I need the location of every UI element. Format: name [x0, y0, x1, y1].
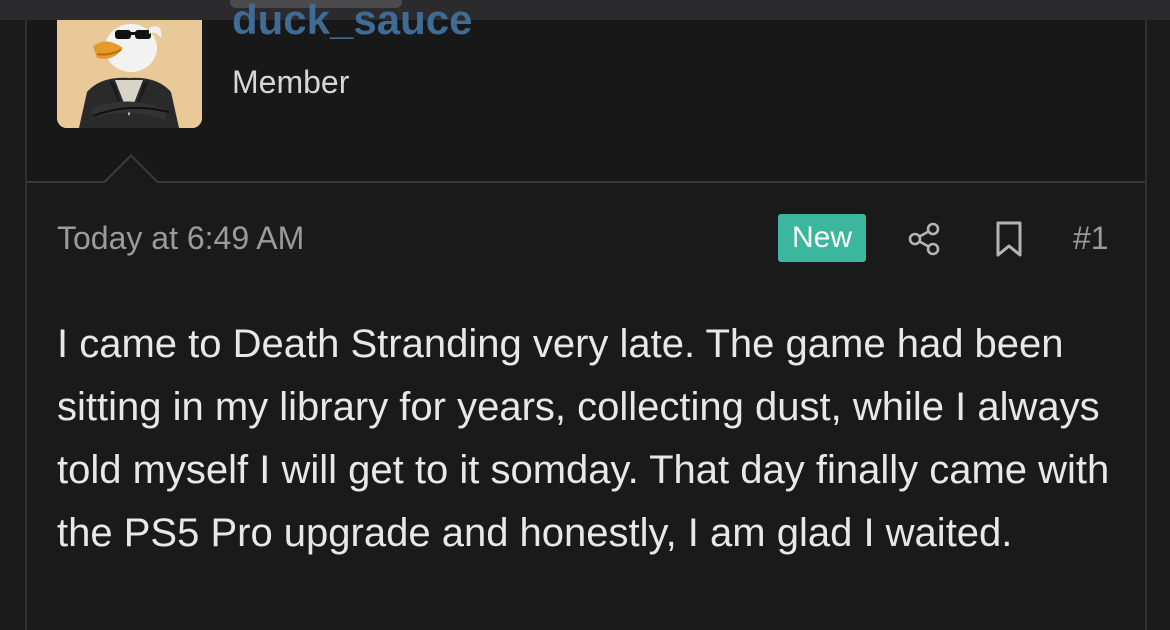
top-bar	[0, 0, 1170, 20]
user-title: Member	[232, 64, 350, 100]
post-number[interactable]: #1	[1073, 218, 1109, 258]
divider	[27, 181, 1145, 183]
post-text: I came to Death Stranding very late. The…	[57, 322, 1110, 555]
share-icon[interactable]	[907, 221, 943, 257]
page: duck_sauce Member Today at 6:49 AM New #…	[0, 0, 1170, 630]
user-block: duck_sauce Member	[27, 0, 1145, 182]
post-card: duck_sauce Member Today at 6:49 AM New #…	[25, 0, 1147, 630]
post-body: I came to Death Stranding very late. The…	[57, 313, 1137, 565]
duck-avatar-icon	[57, 20, 202, 128]
post-timestamp[interactable]: Today at 6:49 AM	[57, 218, 304, 258]
post-meta: Today at 6:49 AM New #1	[27, 210, 1145, 270]
user-arrow-fill	[104, 157, 158, 184]
bookmark-icon[interactable]	[994, 220, 1024, 258]
avatar[interactable]	[57, 20, 202, 128]
username[interactable]: duck_sauce	[232, 0, 472, 42]
new-badge: New	[778, 214, 866, 262]
